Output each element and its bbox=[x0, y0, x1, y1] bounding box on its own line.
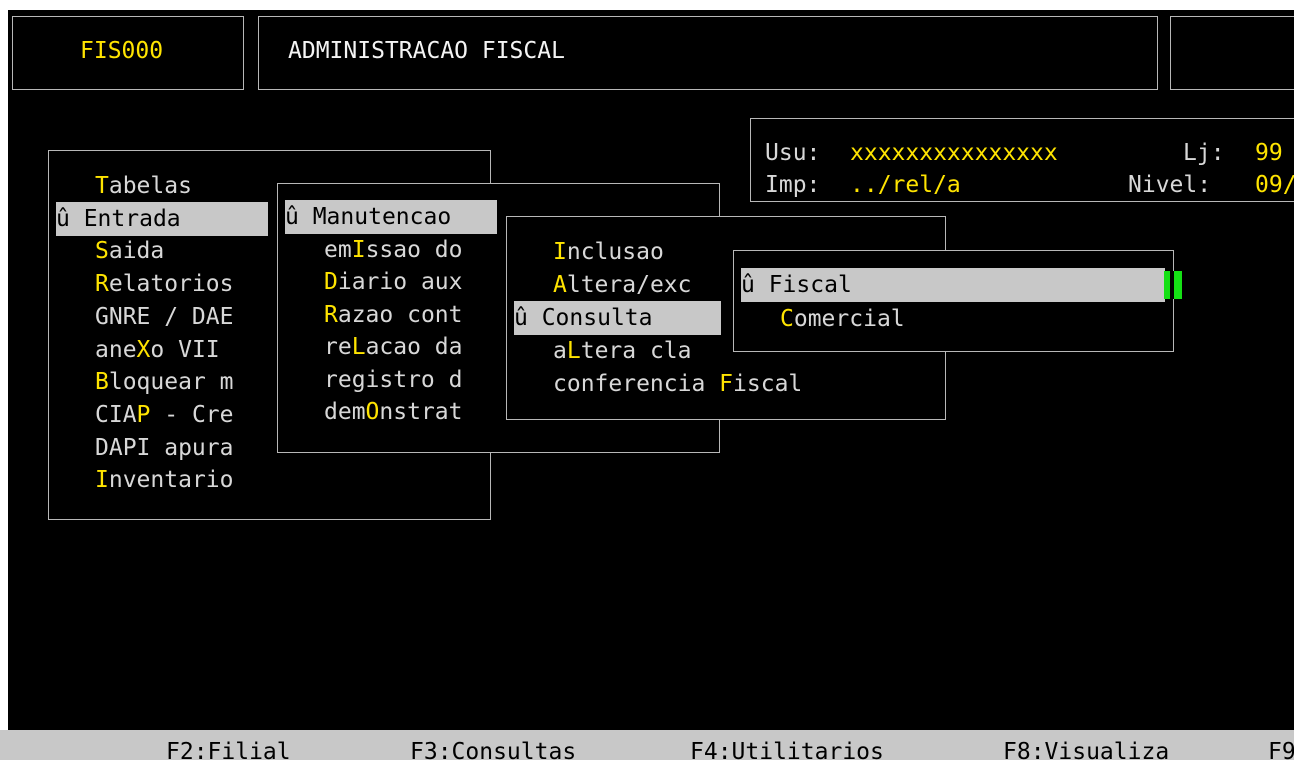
item-label-part: abelas bbox=[108, 173, 192, 199]
menu3-item-conferencia-fiscal[interactable]: conferencia Fiscal bbox=[514, 367, 802, 401]
item-label-part: registro d bbox=[324, 366, 463, 393]
menu1-item-tabelas[interactable]: Tabelas bbox=[56, 169, 192, 203]
item-hotkey: T bbox=[95, 173, 109, 199]
fkey-f3-consultas[interactable]: F3:Consultas bbox=[410, 735, 576, 760]
menu1-item-bloquear-m[interactable]: Bloquear m bbox=[56, 365, 233, 399]
item-label-part: conferencia bbox=[553, 371, 720, 397]
item-label-part: em bbox=[324, 236, 352, 263]
fkey-f2-filial[interactable]: F2:Filial bbox=[166, 735, 291, 760]
item-hotkey: A bbox=[553, 272, 567, 298]
item-label-part: Fiscal bbox=[768, 272, 852, 298]
menu3-item-altera-cla[interactable]: aLtera cla bbox=[514, 334, 692, 368]
item-label-part: dem bbox=[324, 399, 366, 425]
menu2-item-registro-d[interactable]: registro d bbox=[285, 363, 462, 397]
item-label-part: ssao do bbox=[365, 236, 463, 263]
menu2-item-emissao-do[interactable]: emIssao do bbox=[285, 233, 463, 267]
item-label-part: loquear m bbox=[108, 369, 234, 396]
page-title: ADMINISTRACAO FISCAL bbox=[288, 38, 565, 64]
store-label: Lj: bbox=[1183, 140, 1225, 166]
item-hotkey: D bbox=[324, 269, 338, 295]
item-hotkey: X bbox=[136, 336, 151, 363]
menu1-item-inventario[interactable]: Inventario bbox=[56, 463, 233, 497]
window-top-edge bbox=[0, 0, 1294, 10]
menu4-item-comercial[interactable]: Comercial bbox=[741, 302, 905, 336]
menu3-item-inclusao[interactable]: Inclusao bbox=[514, 235, 664, 269]
item-label-part: o VII bbox=[150, 336, 220, 363]
item-hotkey: S bbox=[95, 238, 109, 265]
item-hotkey: I bbox=[553, 239, 567, 265]
item-hotkey: L bbox=[566, 338, 581, 364]
fkey-f4-utilitarios[interactable]: F4:Utilitarios bbox=[690, 735, 884, 760]
item-hotkey: I bbox=[95, 467, 109, 494]
item-label-part: Manutencao bbox=[312, 204, 452, 230]
item-label-part: re bbox=[324, 334, 352, 360]
item-hotkey: B bbox=[95, 369, 109, 396]
item-label-part: iscal bbox=[733, 371, 803, 397]
menu3-item-altera-exc[interactable]: Altera/exc bbox=[514, 268, 691, 302]
menu1-item-saida[interactable]: Saida bbox=[56, 234, 164, 268]
menu2-item-manutencao[interactable]: û Manutencao bbox=[285, 200, 497, 234]
item-label-part: DAPI apura bbox=[95, 434, 234, 461]
item-label-part: nventario bbox=[108, 467, 234, 494]
level-label: Nivel: bbox=[1128, 172, 1212, 198]
item-label-part: acao da bbox=[365, 334, 463, 360]
item-hotkey: L bbox=[351, 334, 366, 360]
item-label-part: nstrat bbox=[379, 399, 463, 425]
item-hotkey: I bbox=[351, 236, 366, 263]
selection-marker: û bbox=[514, 305, 542, 331]
item-label-part: nclusao bbox=[566, 239, 664, 265]
item-label-part: azao cont bbox=[337, 301, 463, 328]
item-label-part: iario aux bbox=[337, 269, 463, 295]
menu1-item-dapi-apura[interactable]: DAPI apura bbox=[56, 431, 233, 465]
menu2-item-relacao-da[interactable]: reLacao da bbox=[285, 330, 463, 364]
menu4-item-fiscal[interactable]: û Fiscal bbox=[741, 268, 1165, 302]
function-key-bar: F2:Filial F3:Consultas F4:Utilitarios F8:Vi… bbox=[0, 730, 1294, 760]
program-code: FIS000 bbox=[80, 38, 164, 64]
item-label-part: omercial bbox=[793, 306, 905, 332]
item-hotkey: R bbox=[95, 271, 109, 298]
menu2-item-diario-aux[interactable]: Diario aux bbox=[285, 265, 462, 299]
fkey-f9[interactable]: F9 bbox=[1268, 735, 1294, 760]
menu2-item-razao-cont[interactable]: Razao cont bbox=[285, 298, 462, 332]
item-label-part: ane bbox=[95, 336, 137, 363]
menu1-item-anexo-vii[interactable]: aneXo VII bbox=[56, 333, 220, 367]
item-label-part: Consulta bbox=[541, 305, 653, 331]
menu2-item-demonstrat[interactable]: demOnstrat bbox=[285, 395, 463, 429]
item-label-part: a bbox=[553, 338, 567, 364]
printer-label: Imp: bbox=[765, 172, 821, 198]
terminal-screen: FIS000 ADMINISTRACAO FISCAL Usu: xxxxxxx… bbox=[0, 0, 1294, 760]
selection-marker: û bbox=[741, 272, 769, 298]
item-label-part: aida bbox=[108, 238, 165, 265]
menu1-item-relatorios[interactable]: Relatorios bbox=[56, 267, 233, 301]
selection-marker: û bbox=[56, 205, 84, 232]
window-left-edge bbox=[0, 0, 8, 760]
level-value: 09/ bbox=[1255, 172, 1294, 198]
item-label-part: elatorios bbox=[108, 271, 234, 298]
item-hotkey: P bbox=[136, 401, 151, 428]
selection-marker: û bbox=[285, 204, 313, 230]
item-label-part: Entrada bbox=[83, 205, 181, 232]
item-label-part: ltera/exc bbox=[566, 272, 692, 298]
printer-value: ../rel/a bbox=[850, 172, 961, 198]
fkey-f8-visualiza[interactable]: F8:Visualiza bbox=[1003, 735, 1169, 760]
text-cursor bbox=[1164, 271, 1182, 299]
user-label: Usu: bbox=[765, 140, 821, 166]
user-value: xxxxxxxxxxxxxxx bbox=[850, 140, 1058, 166]
item-hotkey: R bbox=[324, 301, 338, 328]
item-label-part: tera cla bbox=[580, 338, 692, 364]
store-value: 99 bbox=[1255, 140, 1283, 166]
menu1-item-gnre-dae[interactable]: GNRE / DAE bbox=[56, 300, 233, 334]
item-hotkey: C bbox=[780, 306, 794, 332]
item-label-part: CIA bbox=[95, 401, 137, 428]
header-extra-box bbox=[1170, 16, 1294, 90]
menu3-item-consulta[interactable]: û Consulta bbox=[514, 301, 721, 335]
item-label-part: - Cre bbox=[150, 401, 234, 428]
menu1-item-ciap-cre[interactable]: CIAP - Cre bbox=[56, 398, 234, 432]
menu1-item-entrada[interactable]: û Entrada bbox=[56, 201, 268, 236]
item-hotkey: F bbox=[719, 371, 734, 397]
item-hotkey: O bbox=[365, 399, 380, 425]
item-label-part: GNRE / DAE bbox=[95, 303, 234, 330]
